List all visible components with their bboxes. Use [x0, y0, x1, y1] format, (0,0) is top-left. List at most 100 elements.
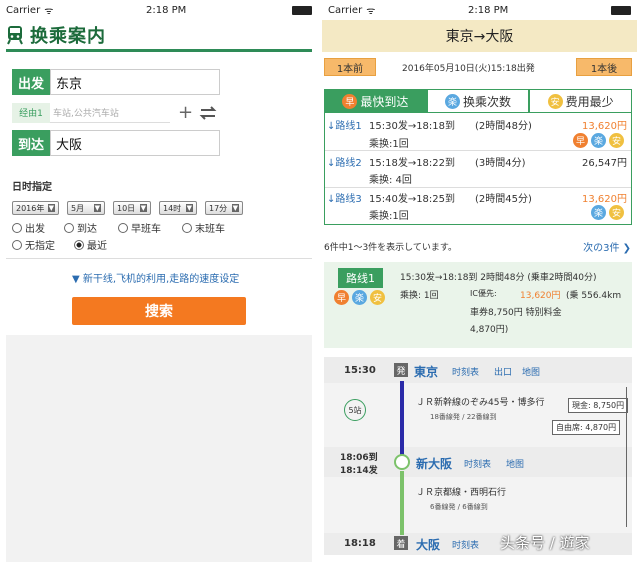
divider [6, 258, 312, 259]
swap-icon[interactable] [198, 105, 218, 121]
search-date: 2016年05月10日(火)15:18出発 [402, 64, 535, 74]
radio-icon [182, 222, 192, 233]
summary-total: 4,870円) [470, 325, 509, 335]
train-2-platform: 6番線発 / 6番線到 [430, 503, 488, 511]
route-1-transfer: 乘换:1回 [369, 139, 409, 150]
tab-cheapest[interactable]: 安费用最少 [529, 89, 633, 113]
day-value: 10日 [117, 203, 136, 213]
tab-transfers[interactable]: 楽换乘次数 [426, 89, 530, 113]
settings-link[interactable]: ▼ 新干线,飞机的利用,走路的速度设定 [72, 270, 239, 285]
to-input[interactable]: 大阪 [50, 130, 220, 156]
cash-fare: 現金: 8,750円 [568, 398, 629, 413]
radio-label: 早班车 [131, 224, 161, 235]
radio-depart[interactable]: 出发 [12, 220, 45, 235]
route-summary[interactable]: 路线1 早楽安 15:30发→18:18到 2時間48分 (乗車2時間40分) … [324, 262, 632, 348]
hour-select[interactable]: 14时 ▼ [159, 201, 197, 215]
easy-icon: 楽 [445, 93, 460, 109]
route-1-time: 15:30发→18:18到 [369, 121, 456, 132]
route-1-fare: 13,620円 [582, 121, 627, 132]
radio-latest[interactable]: 最近 [74, 237, 107, 252]
route-list: ↓路线1 15:30发→18:18到 (2時間48分) 13,620円 乘换:1… [324, 113, 632, 225]
route-header: 東京→大阪 [322, 20, 637, 52]
from-input[interactable]: 东京 [50, 69, 220, 95]
radio-icon [118, 222, 128, 233]
radio-icon [12, 222, 22, 233]
exit-link[interactable]: 出口 [494, 365, 512, 378]
app-title: 换乘案内 [30, 26, 106, 47]
stops-count: 5站 [344, 399, 366, 421]
timetable-link[interactable]: 时刻表 [452, 365, 479, 378]
route-2-name[interactable]: ↓路线2 [327, 154, 362, 169]
hour-value: 14时 [163, 203, 182, 213]
radio-arrive[interactable]: 到达 [64, 220, 97, 235]
chevron-down-icon: ▼ [139, 204, 147, 212]
route-1-badges: 早楽安 [573, 133, 627, 148]
timetable-link[interactable]: 时刻表 [452, 538, 479, 551]
time-depart: 15:30 [344, 365, 376, 376]
year-value: 2016年 [16, 203, 45, 213]
minute-select[interactable]: 17分 ▼ [205, 201, 243, 215]
radio-icon [64, 222, 74, 233]
day-select[interactable]: 10日 ▼ [113, 201, 151, 215]
station-shin-osaka[interactable]: 新大阪 [416, 455, 452, 472]
route-3-fare: 13,620円 [582, 194, 627, 205]
radio-first-train[interactable]: 早班车 [118, 220, 161, 235]
via-tag: 经由1 [12, 102, 50, 123]
radio-unspecified[interactable]: 无指定 [12, 237, 55, 252]
station-osaka[interactable]: 大阪 [416, 536, 440, 553]
radio-label: 出发 [25, 224, 45, 235]
route-1-name[interactable]: ↓路线1 [327, 117, 362, 132]
tab-fastest[interactable]: 早最快到达 [324, 89, 427, 113]
route-3-name[interactable]: ↓路线3 [327, 190, 362, 205]
month-value: 5月 [71, 203, 85, 213]
time-arrive-mid: 18:06到 [340, 453, 378, 463]
map-link[interactable]: 地图 [506, 457, 524, 470]
month-select[interactable]: 5月 ▼ [67, 201, 105, 215]
map-link[interactable]: 地图 [522, 365, 540, 378]
easy-icon: 楽 [352, 290, 367, 305]
route-3-duration: (2時間45分) [475, 194, 532, 205]
line-segment [400, 471, 404, 535]
clock: 2:18 PM [146, 4, 187, 16]
cheap-icon: 安 [609, 205, 624, 220]
summary-ic: IC優先: [470, 289, 497, 298]
train-1-name: ＪＲ新幹線のぞみ45号・博多行 [416, 398, 545, 408]
battery-icon [611, 5, 631, 15]
from-row: 出发 东京 [12, 69, 220, 95]
radio-last-train[interactable]: 末班车 [182, 220, 225, 235]
radio-label: 末班车 [195, 224, 225, 235]
arrive-mark: 着 [394, 536, 408, 550]
next-train-button[interactable]: 1本後 [576, 58, 632, 76]
station-tokyo[interactable]: 東京 [414, 363, 438, 380]
add-via-button[interactable]: + [178, 102, 193, 123]
summary-fare: 13,620円 [520, 291, 561, 301]
summary-transfer: 乘换: 1回 [400, 291, 439, 301]
next-results-link[interactable]: 次の3件 ❯ [583, 239, 631, 254]
year-select[interactable]: 2016年 ▼ [12, 201, 59, 215]
fast-icon: 早 [342, 93, 358, 109]
line-segment [400, 381, 404, 459]
sort-tabs: 早最快到达 楽换乘次数 安费用最少 [324, 89, 633, 113]
battery-icon [292, 5, 312, 15]
search-button[interactable]: 搜索 [72, 297, 246, 325]
carrier: Carrier [328, 4, 363, 16]
wifi-icon: ᯤ [44, 6, 54, 17]
minute-value: 17分 [209, 203, 228, 213]
prev-train-button[interactable]: 1本前 [324, 58, 376, 76]
transfer-station-icon [394, 454, 410, 470]
cheap-icon: 安 [609, 133, 624, 148]
left-screen: Carrier ᯤ 2:18 PM 换乘案内 出发 东京 经由1 车站,公共汽车… [0, 0, 312, 562]
timetable-link[interactable]: 时刻表 [464, 457, 491, 470]
via-row: 经由1 车站,公共汽车站 + [12, 102, 218, 123]
route-3-badges: 楽安 [591, 205, 627, 220]
radio-selected-icon [74, 239, 84, 250]
chevron-down-icon: ▼ [47, 204, 55, 212]
to-row: 到达 大阪 [12, 130, 220, 156]
route-1-duration: (2時間48分) [475, 121, 532, 132]
divider [325, 150, 631, 151]
date-label: 日时指定 [12, 182, 52, 193]
via-input[interactable]: 车站,公共汽车站 [50, 103, 170, 123]
app-header: 换乘案内 [6, 22, 106, 48]
radio-label: 到达 [77, 224, 97, 235]
radio-icon [12, 239, 22, 250]
